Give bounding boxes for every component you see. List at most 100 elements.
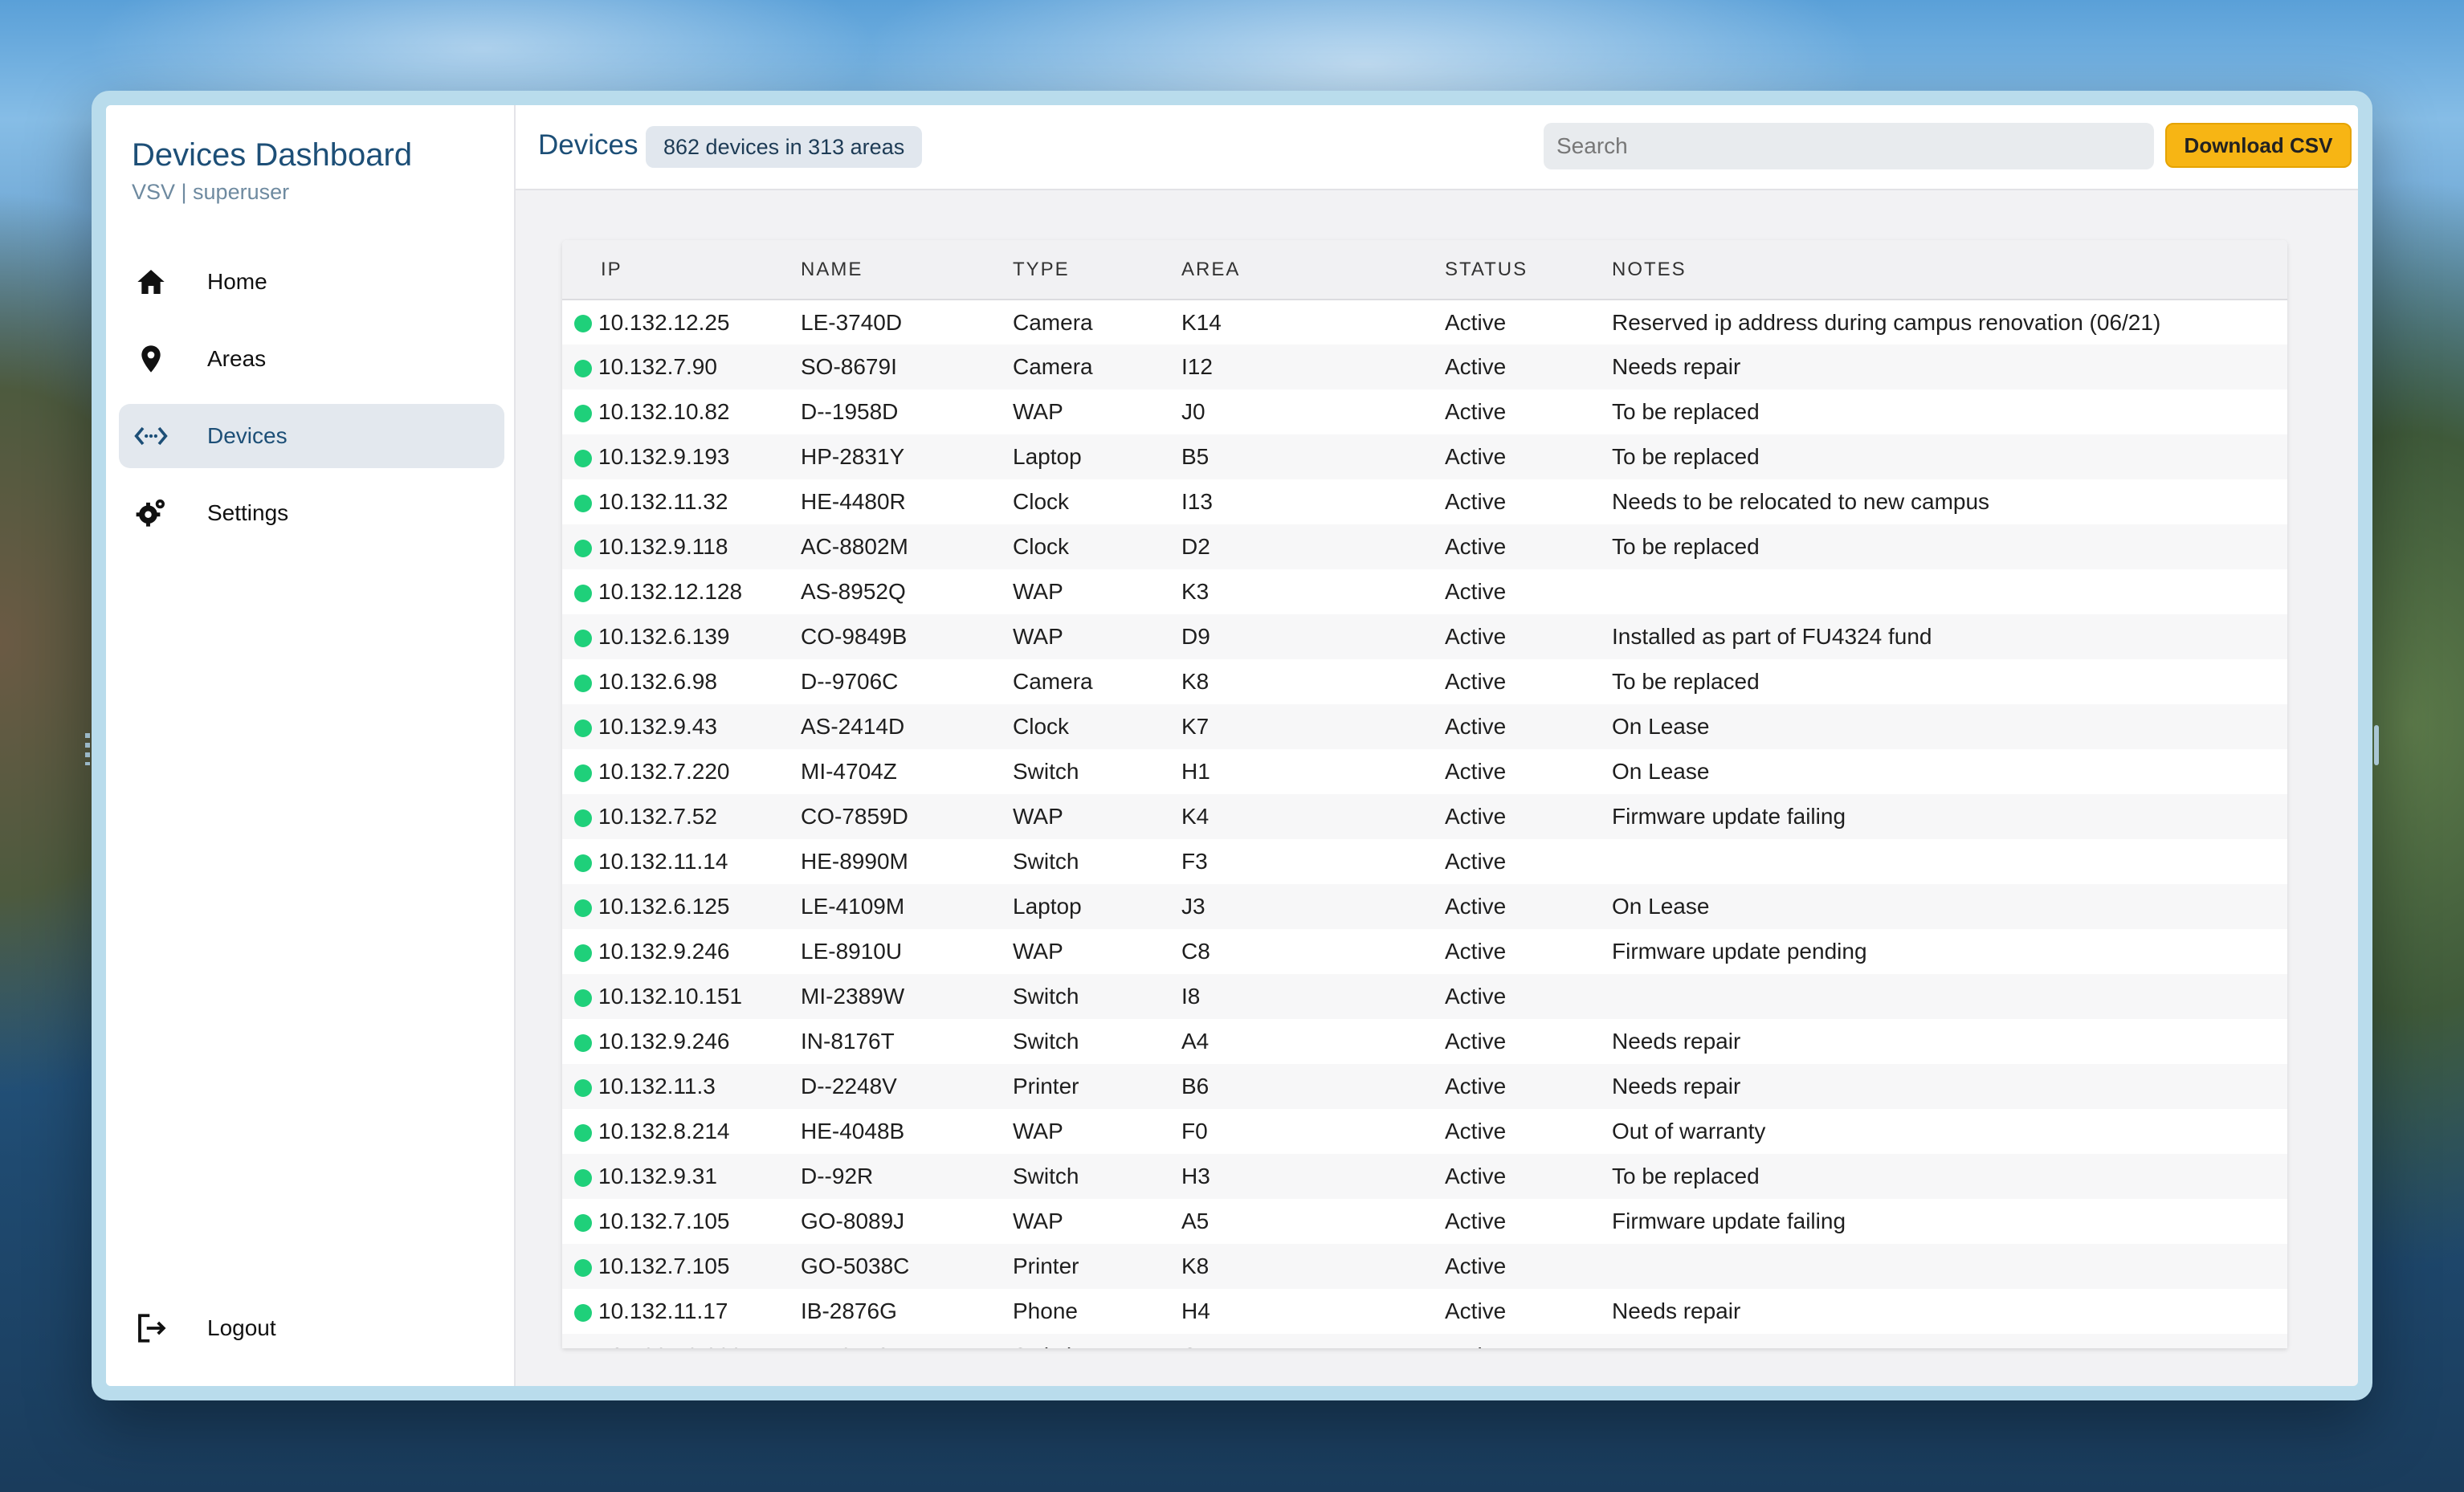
table-row[interactable]: 10.132.9.43 AS-2414D Clock K7 Active On Lease xyxy=(562,704,2287,749)
name-cell: MI-4704Z xyxy=(801,759,897,784)
column-header-type[interactable]: TYPE xyxy=(1012,240,1181,300)
map-pin-icon xyxy=(119,343,183,375)
table-row[interactable]: 10.132.10.82 D--1958D WAP J0 Active To be rep… xyxy=(562,389,2287,434)
type-cell: Camera xyxy=(1013,669,1093,694)
status-cell: Active xyxy=(1445,309,1507,335)
status-dot-icon xyxy=(574,989,592,1007)
column-header-area[interactable]: AREA xyxy=(1181,240,1444,300)
ip-cell: 10.132.9.246 xyxy=(562,1019,800,1064)
table-row[interactable]: 10.132.7.52 CO-7859D WAP K4 Active Firmware u… xyxy=(562,794,2287,839)
download-csv-button[interactable]: Download CSV xyxy=(2165,123,2352,168)
name-cell: IN-8176T xyxy=(801,1029,895,1054)
area-cell: A4 xyxy=(1181,1029,1210,1054)
status-dot-icon xyxy=(574,315,592,333)
ip-value: 10.132.9.246 xyxy=(598,1029,730,1054)
table-row[interactable]: 10.132.9.118 AC-8802M Clock D2 Active To be r… xyxy=(562,524,2287,569)
name-cell: SO-8679I xyxy=(801,354,897,379)
ip-cell: 10.132.8.214 xyxy=(562,1109,800,1154)
area-cell: K3 xyxy=(1181,579,1210,604)
app-subtitle: VSV | superuser xyxy=(132,180,290,204)
table-row[interactable]: 10.132.9.193 HP-2831Y Laptop B5 Active To be … xyxy=(562,434,2287,479)
table-row[interactable]: 10.132.12.25 LE-3740D Camera K14 Active Reser… xyxy=(562,300,2287,344)
ip-cell: 10.132.12.222 xyxy=(562,1334,800,1348)
ip-value: 10.132.11.32 xyxy=(598,489,728,514)
notes-cell: Needs repair xyxy=(1612,1074,1741,1099)
type-cell: WAP xyxy=(1013,804,1063,829)
table-row[interactable]: 10.132.11.32 HE-4480R Clock I13 Active Needs … xyxy=(562,479,2287,524)
notes-cell: Firmware update failing xyxy=(1612,804,1846,829)
type-cell: Clock xyxy=(1013,534,1070,559)
sidebar-item-devices[interactable]: Devices xyxy=(119,404,504,468)
area-cell: H1 xyxy=(1181,759,1210,784)
type-cell: Phone xyxy=(1013,1298,1078,1323)
status-cell: Active xyxy=(1445,489,1507,514)
notes-cell: Installed as part of FU4324 fund xyxy=(1612,624,1932,649)
table-row[interactable]: 10.132.12.128 AS-8952Q WAP K3 Active xyxy=(562,569,2287,614)
notes-cell: On Lease xyxy=(1612,714,1710,739)
name-cell: GO-5038C xyxy=(801,1254,910,1278)
ip-cell: 10.132.9.118 xyxy=(562,524,800,569)
sidebar-item-home[interactable]: Home xyxy=(119,250,504,314)
sidebar-item-settings[interactable]: Settings xyxy=(119,481,504,545)
column-header-name[interactable]: NAME xyxy=(800,240,1012,300)
table-row[interactable]: 10.132.6.98 D--9706C Camera K8 Active To be r… xyxy=(562,659,2287,704)
name-cell: LE-4109M xyxy=(801,894,905,919)
notes-cell: Needs to be relocated to new campus xyxy=(1612,489,1990,514)
table-row[interactable]: 10.132.11.14 HE-8990M Switch F3 Active xyxy=(562,839,2287,884)
sidebar-item-areas[interactable]: Areas xyxy=(119,327,504,391)
status-cell: Active xyxy=(1445,669,1507,694)
name-cell: LE-3740D xyxy=(801,309,903,335)
app-frame: Devices Dashboard VSV | superuser Home A… xyxy=(106,105,2358,1386)
column-header-ip[interactable]: IP xyxy=(562,240,800,300)
page-title: Devices xyxy=(538,129,638,161)
table-row[interactable]: 10.132.8.214 HE-4048B WAP F0 Active Out of wa… xyxy=(562,1109,2287,1154)
type-cell: Switch xyxy=(1013,1029,1079,1054)
type-cell: Laptop xyxy=(1013,894,1082,919)
table-row[interactable]: 10.132.7.105 GO-5038C Printer K8 Active xyxy=(562,1244,2287,1289)
resize-handle-right[interactable] xyxy=(2374,725,2379,765)
table-row[interactable]: 10.132.6.139 CO-9849B WAP D9 Active Installed… xyxy=(562,614,2287,659)
table-row[interactable]: 10.132.10.151 MI-2389W Switch I8 Active xyxy=(562,974,2287,1019)
name-cell: D--1958D xyxy=(801,399,899,424)
ip-cell: 10.132.11.14 xyxy=(562,839,800,884)
resize-handle-left[interactable] xyxy=(85,733,90,765)
logout-section: Logout xyxy=(119,1296,504,1373)
table-row[interactable]: 10.132.12.222 HP-2159ESwitchC1Active xyxy=(562,1334,2287,1348)
table-row[interactable]: 10.132.9.246 IN-8176T Switch A4 Active Needs … xyxy=(562,1019,2287,1064)
table-row[interactable]: 10.132.11.3 D--2248V Printer B6 Active Needs … xyxy=(562,1064,2287,1109)
table-row[interactable]: 10.132.9.246 LE-8910U WAP C8 Active Firmware … xyxy=(562,929,2287,974)
brand: Devices Dashboard VSV | superuser xyxy=(132,137,412,205)
type-cell: Switch xyxy=(1013,849,1079,874)
table-row[interactable]: 10.132.11.17 IB-2876G Phone H4 Active Needs r… xyxy=(562,1289,2287,1334)
status-cell: Active xyxy=(1445,714,1507,739)
ip-cell: 10.132.7.220 xyxy=(562,749,800,794)
search-input[interactable] xyxy=(1544,123,2154,169)
logout-button[interactable]: Logout xyxy=(119,1296,504,1360)
ip-value: 10.132.6.98 xyxy=(598,669,717,694)
sidebar: Devices Dashboard VSV | superuser Home A… xyxy=(106,105,516,1386)
type-cell: WAP xyxy=(1013,939,1063,964)
column-header-status[interactable]: STATUS xyxy=(1444,240,1611,300)
area-cell: K14 xyxy=(1181,309,1222,335)
table-row[interactable]: 10.132.6.125 LE-4109M Laptop J3 Active On Lea… xyxy=(562,884,2287,929)
ip-value: 10.132.7.105 xyxy=(598,1254,730,1278)
table-row[interactable]: 10.132.7.105 GO-8089J WAP A5 Active Firmware … xyxy=(562,1199,2287,1244)
type-cell: WAP xyxy=(1013,1119,1063,1143)
name-cell: D--92R xyxy=(801,1164,874,1188)
table-row[interactable]: 10.132.7.220 MI-4704Z Switch H1 Active On Lea… xyxy=(562,749,2287,794)
table-header-row: IP NAME TYPE AREA STATUS NOTES xyxy=(562,240,2287,300)
name-cell: HE-8990M xyxy=(801,849,908,874)
area-cell: J3 xyxy=(1181,894,1205,919)
notes-cell xyxy=(1611,974,2287,1019)
table-row[interactable]: 10.132.9.31 D--92R Switch H3 Active To be rep… xyxy=(562,1154,2287,1199)
column-header-notes[interactable]: NOTES xyxy=(1611,240,2287,300)
logout-label: Logout xyxy=(207,1315,276,1340)
type-cell: Switch xyxy=(1013,759,1079,784)
ip-cell: 10.132.11.32 xyxy=(562,479,800,524)
status-cell: Active xyxy=(1445,984,1507,1009)
ip-value: 10.132.7.52 xyxy=(598,804,717,829)
table-row[interactable]: 10.132.7.90 SO-8679I Camera I12 Active Needs … xyxy=(562,344,2287,389)
devices-table-container: IP NAME TYPE AREA STATUS NOTES 10.132.12… xyxy=(562,240,2287,1348)
top-bar: Devices 862 devices in 313 areas Downloa… xyxy=(516,105,2358,190)
ip-value: 10.132.9.193 xyxy=(598,444,730,469)
